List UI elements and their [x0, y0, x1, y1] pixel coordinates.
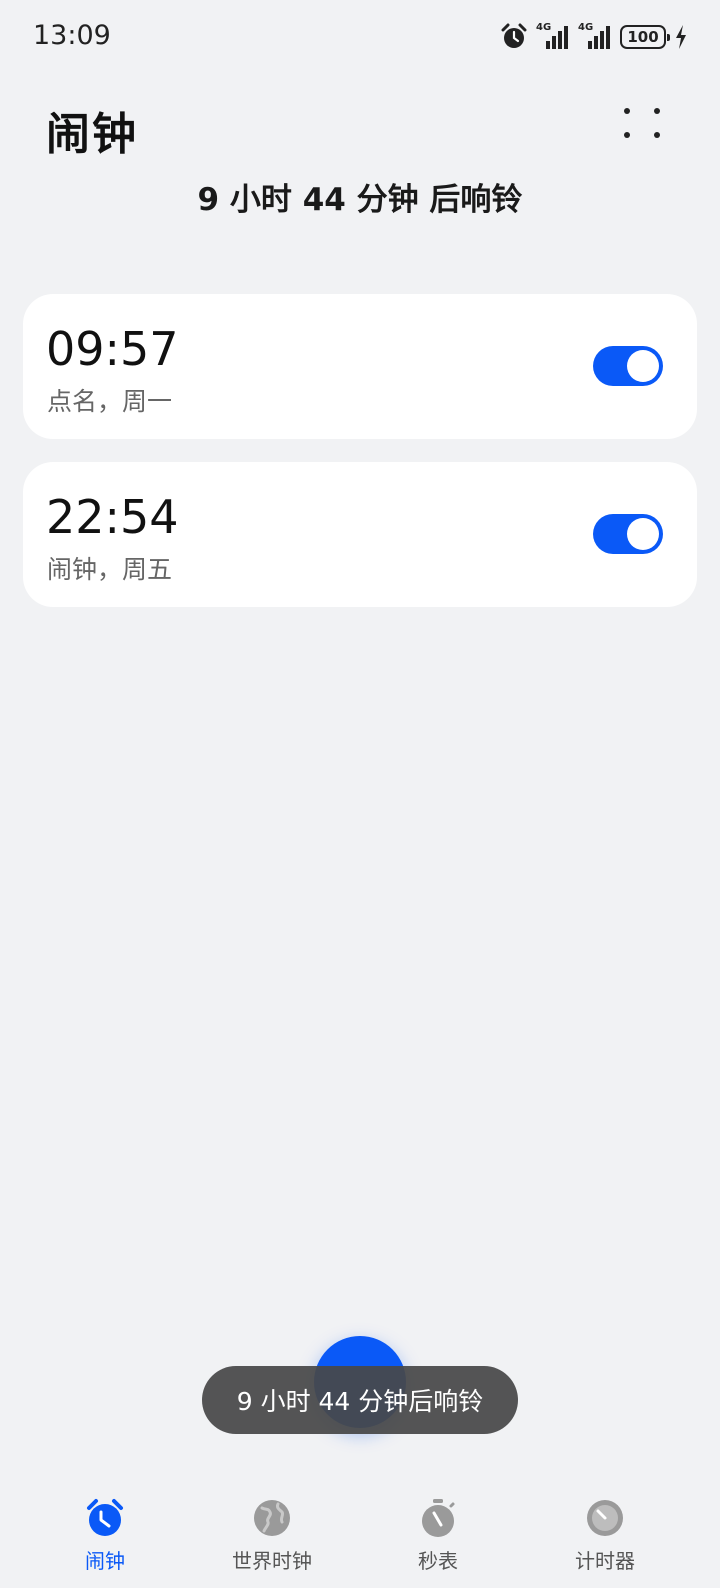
signal-icon: 4G	[536, 22, 570, 51]
status-bar: 13:09 4G 4G 100	[0, 0, 720, 76]
status-time: 13:09	[33, 20, 111, 51]
more-dots-icon	[654, 108, 660, 114]
alarm-time: 09:57	[46, 322, 179, 376]
next-ring-info: 9 小时 44 分钟 后响铃	[197, 182, 523, 218]
timer-icon	[587, 1500, 623, 1536]
nav-label: 闹钟	[85, 1549, 125, 1573]
globe-icon	[254, 1500, 290, 1536]
alarm-clock-icon	[87, 1499, 123, 1536]
alarm-description: 闹钟，周五	[47, 555, 173, 584]
stopwatch-icon	[422, 1499, 455, 1537]
alarm-card[interactable]: 09:57 点名，周一	[23, 294, 697, 439]
more-dots-icon	[654, 132, 660, 138]
nav-tab-alarm[interactable]: 闹钟	[35, 1482, 175, 1573]
alarm-card[interactable]: 22:54 闹钟，周五	[23, 462, 697, 607]
charging-icon	[676, 25, 686, 49]
alarm-icon	[501, 23, 527, 48]
nav-tab-world-clock[interactable]: 世界时钟	[202, 1482, 342, 1573]
more-options-button[interactable]	[612, 98, 672, 148]
more-dots-icon	[624, 132, 630, 138]
alarm-time: 22:54	[46, 490, 179, 544]
page-title: 闹钟	[46, 109, 138, 160]
nav-label: 计时器	[575, 1549, 635, 1573]
alarm-toggle[interactable]	[593, 514, 663, 554]
nav-tab-timer[interactable]: 计时器	[535, 1482, 675, 1573]
clock-app: 13:09 4G 4G 100 闹钟 9 小时 44 分钟 后响铃 09:57 …	[0, 0, 720, 1588]
alarm-description: 点名，周一	[47, 387, 173, 416]
alarm-toggle[interactable]	[593, 346, 663, 386]
signal-icon: 4G	[578, 22, 612, 51]
toggle-knob	[627, 518, 659, 550]
toggle-knob	[627, 350, 659, 382]
nav-label: 秒表	[418, 1549, 458, 1573]
signal-label: 4G	[578, 22, 594, 33]
toast-message: 9 小时 44 分钟后响铃	[202, 1366, 518, 1434]
bottom-nav: 闹钟 世界时钟 秒表 计时器	[0, 1482, 720, 1588]
more-dots-icon	[624, 108, 630, 114]
battery-level: 100	[627, 28, 659, 46]
battery-icon: 100	[620, 25, 670, 49]
signal-label: 4G	[536, 22, 552, 33]
status-icons: 4G 4G 100	[500, 22, 688, 52]
nav-tab-stopwatch[interactable]: 秒表	[368, 1482, 508, 1573]
nav-label: 世界时钟	[232, 1549, 312, 1573]
